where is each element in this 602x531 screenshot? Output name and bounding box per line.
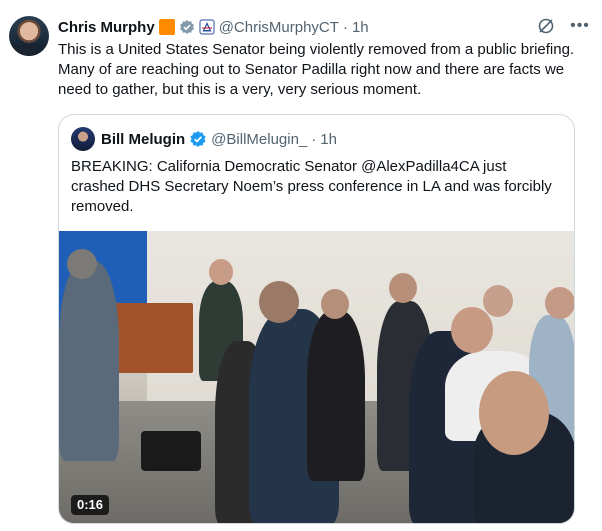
quoted-author-handle[interactable]: @BillMelugin_	[211, 131, 307, 148]
video-figure	[141, 431, 201, 471]
video-figure	[451, 307, 493, 353]
verified-badge-icon	[190, 131, 206, 147]
separator-dot: ·	[342, 18, 348, 36]
video-player[interactable]: 0:16	[59, 231, 574, 523]
grok-icon[interactable]	[536, 16, 556, 36]
video-duration: 0:16	[71, 495, 110, 515]
quoted-tweet-header: Bill Melugin @BillMelugin_ · 1h	[71, 127, 337, 151]
quoted-timestamp[interactable]: 1h	[320, 131, 337, 148]
government-badge-icon	[179, 20, 194, 34]
video-figure	[259, 281, 299, 323]
quoted-tweet-text: BREAKING: California Democratic Senator …	[71, 158, 552, 215]
affiliate-flag-icon	[199, 19, 215, 35]
quoted-tweet[interactable]: Bill Melugin @BillMelugin_ · 1h BREAKING…	[58, 114, 575, 524]
tweet-actions: •••	[536, 16, 590, 36]
video-figure	[321, 289, 349, 319]
timestamp[interactable]: 1h	[352, 19, 369, 36]
quoted-avatar[interactable]	[71, 127, 95, 151]
tweet-header: Chris Murphy @ChrisMurphyCT · 1h	[58, 17, 369, 37]
author-name[interactable]: Chris Murphy	[58, 19, 155, 36]
video-figure	[59, 261, 119, 461]
tweet[interactable]: Chris Murphy @ChrisMurphyCT · 1h ••• Thi…	[0, 0, 602, 531]
video-figure	[483, 285, 513, 317]
more-icon[interactable]: •••	[570, 16, 590, 36]
affiliate-square-icon	[158, 19, 175, 35]
tweet-text: This is a United States Senator being vi…	[58, 41, 575, 98]
video-figure	[67, 249, 97, 279]
author-handle[interactable]: @ChrisMurphyCT	[219, 19, 339, 36]
avatar[interactable]	[9, 16, 49, 56]
video-figure	[307, 311, 365, 481]
quoted-separator-dot: ·	[311, 130, 317, 148]
video-frame-podium	[111, 303, 193, 373]
video-figure	[209, 259, 233, 285]
video-figure	[479, 371, 549, 455]
quoted-author-name[interactable]: Bill Melugin	[101, 131, 185, 148]
video-figure	[545, 287, 574, 319]
video-figure	[389, 273, 417, 303]
